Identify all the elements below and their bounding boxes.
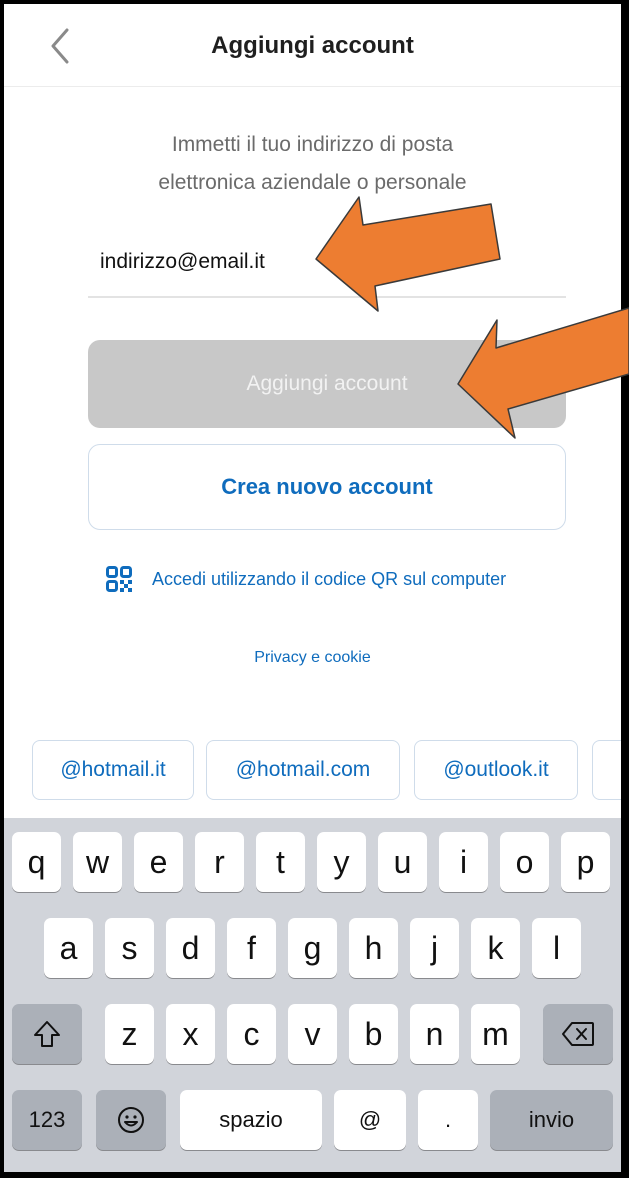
numbers-key[interactable]: 123 [12,1090,82,1150]
keyboard: q w e r t y u i o p a s d f g h j k l z … [4,818,621,1172]
create-account-button[interactable]: Crea nuovo account [88,444,566,530]
email-prompt: Immetti il tuo indirizzo di posta elettr… [4,126,621,202]
suggestion-hotmail-com[interactable]: @hotmail.com [206,740,400,800]
suggestion-hotmail-it[interactable]: @hotmail.it [32,740,194,800]
key-z[interactable]: z [105,1004,154,1064]
qr-code-icon [106,566,132,592]
key-m[interactable]: m [471,1004,520,1064]
key-o[interactable]: o [500,832,549,892]
key-f[interactable]: f [227,918,276,978]
suggestion-outlook-it[interactable]: @outlook.it [414,740,578,800]
qr-login-link[interactable]: Accedi utilizzando il codice QR sul comp… [106,566,506,592]
key-l[interactable]: l [532,918,581,978]
key-q[interactable]: q [12,832,61,892]
key-a[interactable]: a [44,918,93,978]
emoji-icon [118,1107,144,1133]
key-g[interactable]: g [288,918,337,978]
key-x[interactable]: x [166,1004,215,1064]
shift-key[interactable] [12,1004,82,1064]
emoji-key[interactable] [96,1090,166,1150]
key-e[interactable]: e [134,832,183,892]
backspace-icon [562,1022,594,1046]
key-h[interactable]: h [349,918,398,978]
email-input-underline [88,296,566,298]
space-key[interactable]: spazio [180,1090,322,1150]
key-v[interactable]: v [288,1004,337,1064]
backspace-key[interactable] [543,1004,613,1064]
key-i[interactable]: i [439,832,488,892]
nav-bar: Aggiungi account [4,4,621,87]
shift-icon [34,1021,60,1047]
key-p[interactable]: p [561,832,610,892]
page-title: Aggiungi account [211,32,414,59]
key-c[interactable]: c [227,1004,276,1064]
key-j[interactable]: j [410,918,459,978]
key-n[interactable]: n [410,1004,459,1064]
key-s[interactable]: s [105,918,154,978]
key-y[interactable]: y [317,832,366,892]
email-input[interactable]: indirizzo@email.it [100,250,265,274]
privacy-link[interactable]: Privacy e cookie [4,649,621,667]
key-k[interactable]: k [471,918,520,978]
domain-suggestions: @hotmail.it @hotmail.com @outlook.it [4,740,621,802]
prompt-line-2: elettronica aziendale o personale [158,171,467,194]
key-r[interactable]: r [195,832,244,892]
qr-login-label: Accedi utilizzando il codice QR sul comp… [152,568,507,589]
key-d[interactable]: d [166,918,215,978]
at-key[interactable]: @ [334,1090,406,1150]
key-t[interactable]: t [256,832,305,892]
return-key[interactable]: invio [490,1090,613,1150]
key-u[interactable]: u [378,832,427,892]
screen: Aggiungi account Immetti il tuo indirizz… [4,4,621,1172]
suggestion-more[interactable] [592,740,621,800]
key-w[interactable]: w [73,832,122,892]
add-account-button[interactable]: Aggiungi account [88,340,566,428]
key-b[interactable]: b [349,1004,398,1064]
prompt-line-1: Immetti il tuo indirizzo di posta [171,133,454,156]
dot-key[interactable]: . [418,1090,478,1150]
